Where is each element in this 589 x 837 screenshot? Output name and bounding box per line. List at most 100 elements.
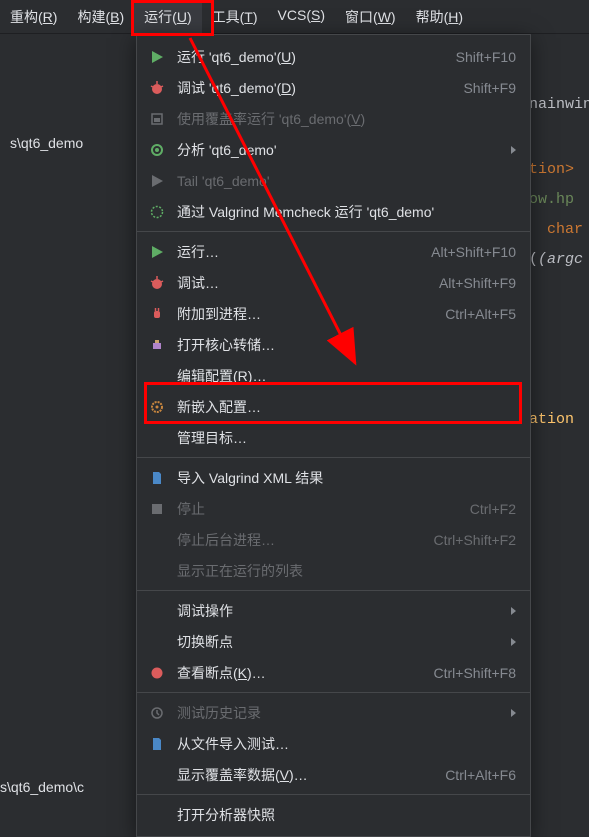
menu-separator [137, 794, 530, 795]
menu-item-label: 调试 'qt6_demo'(D) [177, 78, 451, 98]
menu-item-shortcut: Alt+Shift+F9 [439, 275, 516, 291]
blank-icon [149, 634, 165, 650]
breakpoint-icon [149, 665, 165, 681]
menu-item-25[interactable]: 从文件导入测试… [137, 728, 530, 759]
menu-item-label: 打开分析器快照 [177, 805, 516, 825]
analyze-green-icon [149, 142, 165, 158]
blank-icon [149, 603, 165, 619]
bug-red-icon [149, 80, 165, 96]
play-green-icon [149, 244, 165, 260]
core-icon [149, 337, 165, 353]
menu-separator [137, 457, 530, 458]
menu-item-label: 查看断点(K)… [177, 663, 422, 683]
menu-item-label: Tail 'qt6_demo' [177, 173, 516, 189]
chevron-right-icon [511, 607, 516, 615]
menu-item-22[interactable]: 查看断点(K)… Ctrl+Shift+F8 [137, 657, 530, 688]
status-path: s\qt6_demo\c [0, 779, 84, 795]
menu-item-shortcut: Ctrl+Alt+F6 [445, 767, 516, 783]
menu-item-shortcut: Ctrl+Shift+F2 [434, 532, 516, 548]
blank-icon [149, 807, 165, 823]
menu-item-label: 编辑配置(R)… [177, 366, 516, 386]
blank-icon [149, 532, 165, 548]
menu-item-label: 停止后台进程… [177, 530, 422, 550]
menu-item-10[interactable]: 打开核心转储… [137, 329, 530, 360]
menu-item-12[interactable]: 新嵌入配置… [137, 391, 530, 422]
menu-vcs[interactable]: VCS(S) [268, 0, 335, 33]
menu-item-shortcut: Shift+F10 [456, 49, 516, 65]
menu-item-label: 管理目标… [177, 428, 516, 448]
menu-item-shortcut: Ctrl+F2 [470, 501, 516, 517]
menu-item-26[interactable]: 显示覆盖率数据(V)… Ctrl+Alt+F6 [137, 759, 530, 790]
menu-item-label: 导入 Valgrind XML 结果 [177, 468, 516, 488]
menu-item-label: 附加到进程… [177, 304, 433, 324]
menu-item-5[interactable]: 通过 Valgrind Memcheck 运行 'qt6_demo' [137, 196, 530, 227]
blank-icon [149, 563, 165, 579]
menu-item-label: 分析 'qt6_demo' [177, 140, 499, 160]
menu-item-shortcut: Ctrl+Alt+F5 [445, 306, 516, 322]
gear-orange-icon [149, 399, 165, 415]
blank-icon [149, 430, 165, 446]
menu-run[interactable]: 运行(U) [134, 0, 201, 33]
menu-item-24: 测试历史记录 [137, 697, 530, 728]
menu-item-20[interactable]: 调试操作 [137, 595, 530, 626]
menu-item-0[interactable]: 运行 'qt6_demo'(U) Shift+F10 [137, 41, 530, 72]
run-menu-dropdown: 运行 'qt6_demo'(U) Shift+F10 调试 'qt6_demo'(D… [136, 34, 531, 837]
menu-item-label: 调试操作 [177, 601, 499, 621]
menu-item-label: 停止 [177, 499, 458, 519]
menu-item-9[interactable]: 附加到进程… Ctrl+Alt+F5 [137, 298, 530, 329]
chevron-right-icon [511, 146, 516, 154]
menu-help[interactable]: 帮助(H) [406, 0, 473, 33]
valgrind-icon [149, 204, 165, 220]
chevron-right-icon [511, 709, 516, 717]
menu-item-21[interactable]: 切换断点 [137, 626, 530, 657]
menu-separator [137, 590, 530, 591]
file-blue-icon [149, 470, 165, 486]
file-blue-icon [149, 736, 165, 752]
menu-item-label: 使用覆盖率运行 'qt6_demo'(V) [177, 109, 516, 129]
menu-window[interactable]: 窗口(W) [335, 0, 406, 33]
menu-item-17: 停止后台进程… Ctrl+Shift+F2 [137, 524, 530, 555]
menu-item-28[interactable]: 打开分析器快照 [137, 799, 530, 830]
menu-item-label: 显示覆盖率数据(V)… [177, 765, 433, 785]
menu-item-8[interactable]: 调试… Alt+Shift+F9 [137, 267, 530, 298]
menu-item-label: 切换断点 [177, 632, 499, 652]
menubar: 重构(R) 构建(B) 运行(U) 工具(T) VCS(S) 窗口(W) 帮助(… [0, 0, 589, 34]
menu-item-label: 运行 'qt6_demo'(U) [177, 47, 444, 67]
menu-item-label: 打开核心转储… [177, 335, 516, 355]
menu-item-label: 新嵌入配置… [177, 397, 516, 417]
editor-code-fragment: nainwin tion> ow.hp char ((argc ation [529, 90, 589, 590]
chevron-right-icon [511, 638, 516, 646]
menu-item-3[interactable]: 分析 'qt6_demo' [137, 134, 530, 165]
menu-tools[interactable]: 工具(T) [202, 0, 268, 33]
menu-item-18: 显示正在运行的列表 [137, 555, 530, 586]
menu-item-label: 运行… [177, 242, 419, 262]
play-green-icon [149, 49, 165, 65]
menu-item-7[interactable]: 运行… Alt+Shift+F10 [137, 236, 530, 267]
menu-item-label: 从文件导入测试… [177, 734, 516, 754]
coverage-gray-icon [149, 111, 165, 127]
menu-item-4: Tail 'qt6_demo' [137, 165, 530, 196]
menu-build[interactable]: 构建(B) [67, 0, 134, 33]
blank-icon [149, 368, 165, 384]
menu-item-label: 显示正在运行的列表 [177, 561, 516, 581]
blank-icon [149, 767, 165, 783]
stop-gray-icon [149, 501, 165, 517]
menu-separator [137, 692, 530, 693]
menu-item-label: 调试… [177, 273, 427, 293]
menu-item-2: 使用覆盖率运行 'qt6_demo'(V) [137, 103, 530, 134]
menu-item-label: 通过 Valgrind Memcheck 运行 'qt6_demo' [177, 202, 516, 222]
menu-item-shortcut: Ctrl+Shift+F8 [434, 665, 516, 681]
menu-item-shortcut: Alt+Shift+F10 [431, 244, 516, 260]
plug-red-icon [149, 306, 165, 322]
menu-item-label: 测试历史记录 [177, 703, 499, 723]
menu-item-15[interactable]: 导入 Valgrind XML 结果 [137, 462, 530, 493]
project-tree-label[interactable]: s\qt6_demo [10, 135, 83, 151]
menu-refactor[interactable]: 重构(R) [0, 0, 67, 33]
menu-item-11[interactable]: 编辑配置(R)… [137, 360, 530, 391]
menu-separator [137, 231, 530, 232]
menu-item-16: 停止 Ctrl+F2 [137, 493, 530, 524]
menu-item-1[interactable]: 调试 'qt6_demo'(D) Shift+F9 [137, 72, 530, 103]
play-gray-icon [149, 173, 165, 189]
menu-item-shortcut: Shift+F9 [463, 80, 516, 96]
menu-item-13[interactable]: 管理目标… [137, 422, 530, 453]
